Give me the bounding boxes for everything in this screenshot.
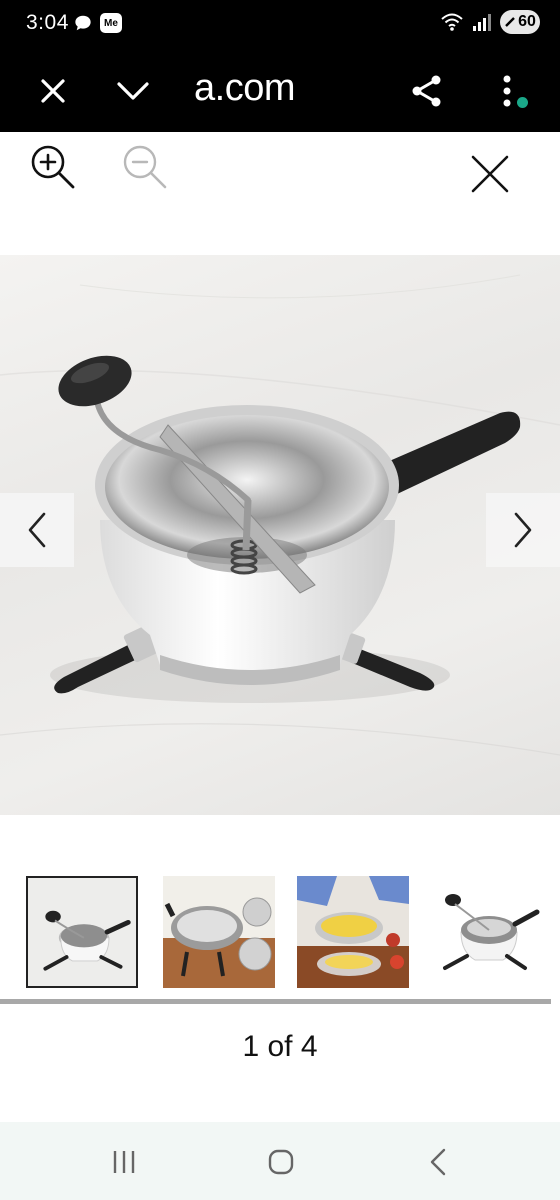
thumbnail-image	[163, 876, 275, 988]
android-nav-bar	[0, 1122, 560, 1200]
battery-level: 60	[518, 13, 536, 30]
me-app-icon: Me	[100, 13, 122, 33]
minimize-button[interactable]	[110, 68, 156, 114]
back-icon	[430, 1148, 446, 1176]
thumbnail-1[interactable]	[26, 876, 138, 988]
zoom-out-button[interactable]	[114, 136, 178, 200]
status-time: 3:04	[26, 11, 69, 34]
food-mill-image	[0, 274, 560, 756]
charging-icon	[505, 17, 515, 27]
close-icon	[41, 79, 65, 103]
close-icon	[471, 155, 509, 193]
back-button[interactable]	[418, 1142, 458, 1182]
thumbnail-3[interactable]	[297, 876, 409, 988]
notification-dot	[517, 97, 528, 108]
thumbnail-image	[431, 876, 543, 988]
chevron-left-icon	[28, 512, 46, 548]
thumbnail-2[interactable]	[163, 876, 275, 988]
share-icon	[412, 75, 441, 107]
zoom-in-icon	[31, 145, 75, 189]
thumbnail-image	[297, 876, 409, 988]
chevron-right-icon	[514, 512, 532, 548]
browser-toolbar: a.com	[0, 50, 560, 132]
home-button[interactable]	[261, 1142, 301, 1182]
share-button[interactable]	[404, 68, 450, 114]
main-product-image[interactable]	[0, 255, 560, 815]
status-bar: 3:04 Me 60	[0, 0, 560, 50]
wifi-icon	[441, 13, 463, 31]
home-icon	[268, 1149, 294, 1175]
more-vert-icon	[503, 75, 511, 107]
thumbnail-strip	[0, 876, 560, 990]
recents-icon	[113, 1151, 135, 1173]
battery-icon: 60	[500, 10, 540, 34]
image-viewer-controls	[0, 132, 560, 252]
chat-bubble-icon	[75, 15, 91, 31]
close-tab-button[interactable]	[30, 68, 76, 114]
image-counter: 1 of 4	[242, 1030, 318, 1063]
scroll-indicator	[0, 999, 551, 1004]
zoom-out-icon	[123, 145, 167, 189]
thumbnail-image	[28, 878, 136, 986]
next-image-button[interactable]	[486, 493, 560, 567]
url-text[interactable]: a.com	[194, 67, 295, 110]
scroll-indicator-fill	[0, 999, 551, 1004]
zoom-in-button[interactable]	[22, 136, 86, 200]
chevron-down-icon	[117, 82, 149, 100]
previous-image-button[interactable]	[0, 493, 74, 567]
recents-button[interactable]	[104, 1142, 144, 1182]
thumbnail-4[interactable]	[431, 876, 543, 988]
signal-icon	[473, 14, 491, 31]
close-viewer-button[interactable]	[458, 142, 522, 206]
